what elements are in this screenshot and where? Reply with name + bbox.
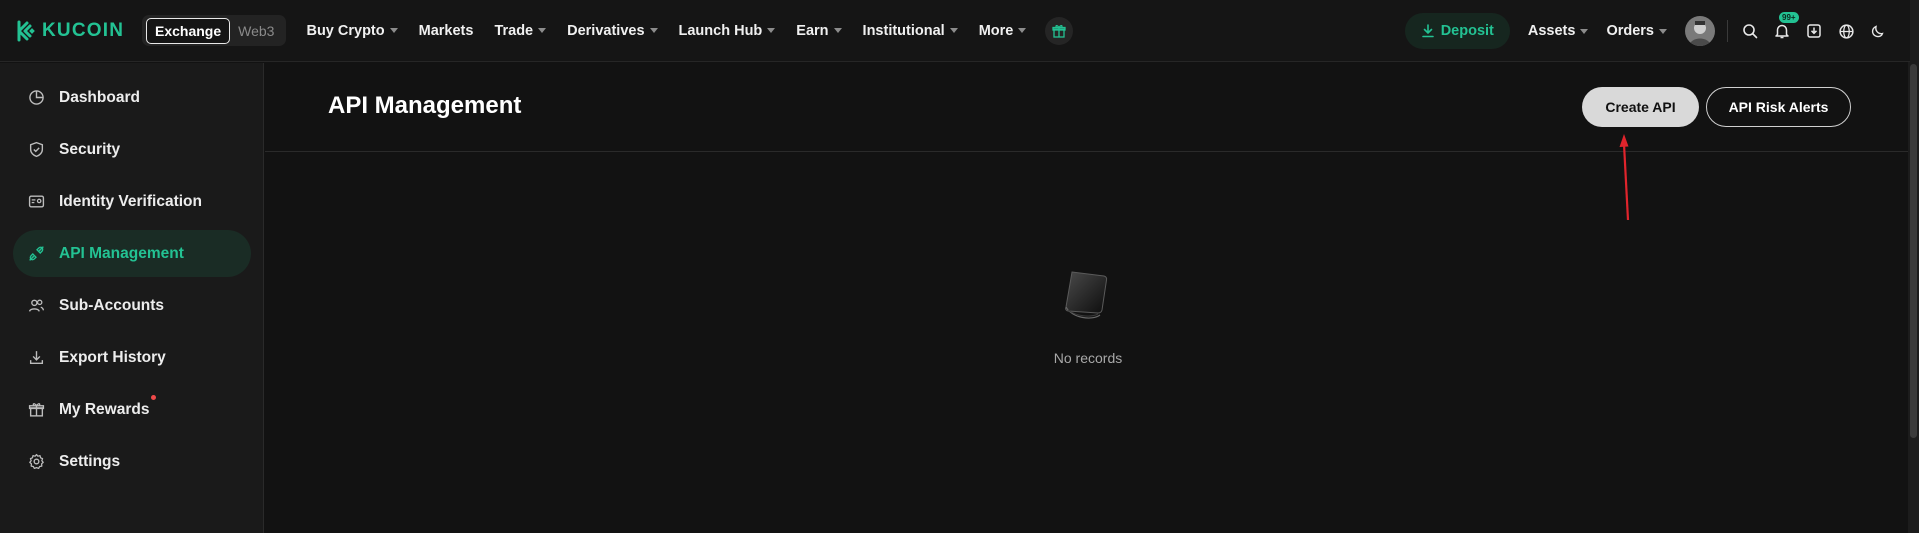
header-divider [265,151,1908,152]
sidebar-item-label: Export History [59,348,166,366]
caret-down-icon [1580,28,1589,34]
pie-chart-icon [27,89,45,107]
web3-tab[interactable]: Web3 [230,18,282,44]
caret-down-icon [833,28,842,33]
nav-earn[interactable]: Earn [796,22,842,39]
sidebar-item-sub-accounts[interactable]: Sub-Accounts [13,282,251,329]
caret-down-icon [389,28,398,33]
api-icon [27,245,45,263]
exchange-tab[interactable]: Exchange [146,17,231,44]
nav-label: Institutional [862,22,945,39]
download-app-button[interactable] [1804,21,1824,41]
caret-down-icon [1659,28,1667,34]
sidebar-item-dashboard[interactable]: Dashboard [13,74,251,121]
theme-toggle-button[interactable] [1868,21,1888,41]
deposit-label: Deposit [1440,23,1494,39]
rewards-notification-dot [151,395,156,400]
sidebar-item-label: Identity Verification [59,192,202,210]
sidebar-item-label: Dashboard [59,88,140,106]
notifications-button[interactable]: 99+ [1772,12,1799,41]
gift-button[interactable] [1045,16,1074,45]
nav-institutional[interactable]: Institutional [863,23,958,39]
sidebar-item-settings[interactable]: Settings [13,438,251,485]
sidebar-item-api-management[interactable]: API Management [13,230,251,277]
main-menu: Buy Crypto Markets Trade Derivatives Lau… [306,16,1074,45]
download-icon [1807,24,1821,38]
header-right: Deposit Assets Orders 99+ [1404,0,1919,62]
nav-label: Trade [494,22,534,39]
sidebar-item-identity-verification[interactable]: Identity Verification [13,178,251,225]
account-sidebar: Dashboard Security Identity Verification… [0,63,264,533]
brand-name: KUCOIN [42,19,125,41]
header-divider [1727,20,1728,42]
id-card-icon [27,193,45,211]
nav-more[interactable]: More [979,23,1027,39]
gear-icon [27,453,45,471]
nav-label: More [978,22,1014,39]
users-icon [27,297,45,315]
caret-down-icon [649,28,658,33]
search-icon [1743,24,1758,39]
exchange-web3-switch: Exchange Web3 [142,15,287,46]
page-title: API Management [328,92,522,119]
assets-menu[interactable]: Assets [1528,23,1589,39]
bell-icon [1775,24,1789,39]
user-avatar-icon [1689,21,1711,46]
empty-records-icon [1065,271,1108,319]
language-button[interactable] [1836,21,1856,41]
orders-menu[interactable]: Orders [1606,23,1667,39]
scrollbar-thumb[interactable] [1910,64,1917,438]
caret-down-icon [538,28,547,33]
deposit-button[interactable]: Deposit [1404,13,1510,49]
kucoin-logo-icon [14,18,40,44]
caret-down-icon [767,28,776,33]
sidebar-item-label: API Management [59,244,184,262]
sidebar-item-export-history[interactable]: Export History [13,334,251,381]
deposit-icon [1421,24,1434,38]
page-scrollbar-top [1910,0,1919,62]
top-navbar: KUCOIN Exchange Web3 Buy Crypto Markets … [0,0,1919,62]
nav-buy-crypto[interactable]: Buy Crypto [306,22,398,39]
search-button[interactable] [1740,21,1760,41]
page-scrollbar[interactable] [1908,62,1919,533]
shield-icon [27,141,45,159]
assets-label: Assets [1527,23,1576,39]
gift-icon [27,401,45,419]
kucoin-logo[interactable]: KUCOIN [14,18,132,44]
orders-label: Orders [1606,23,1654,39]
main-content: API Management Create API API Risk Alert… [265,63,1908,533]
nav-label: Earn [796,22,829,39]
globe-icon [1838,23,1854,39]
sidebar-item-security[interactable]: Security [13,126,251,173]
nav-markets[interactable]: Markets [419,23,474,39]
empty-state-text: No records [1053,350,1123,366]
sidebar-item-my-rewards[interactable]: My Rewards [13,386,251,433]
nav-derivatives[interactable]: Derivatives [567,22,658,39]
nav-launch-hub[interactable]: Launch Hub [679,23,776,39]
nav-label: Derivatives [567,22,645,39]
download-icon [27,349,45,367]
nav-label: Buy Crypto [306,22,385,39]
sidebar-item-label: Sub-Accounts [59,296,165,314]
caret-down-icon [1018,28,1027,33]
moon-icon [1871,25,1884,38]
nav-label: Markets [418,22,474,39]
sidebar-item-label: Security [59,140,121,158]
avatar[interactable] [1685,16,1715,46]
create-api-button[interactable]: Create API [1582,87,1699,127]
nav-label: Launch Hub [678,22,763,39]
notification-badge: 99+ [1779,12,1799,23]
sidebar-item-label: Settings [59,452,121,470]
nav-trade[interactable]: Trade [494,22,547,39]
gift-icon [1052,24,1067,38]
sidebar-item-label: My Rewards [59,400,150,418]
api-risk-alerts-button[interactable]: API Risk Alerts [1706,87,1851,127]
caret-down-icon [949,28,958,33]
